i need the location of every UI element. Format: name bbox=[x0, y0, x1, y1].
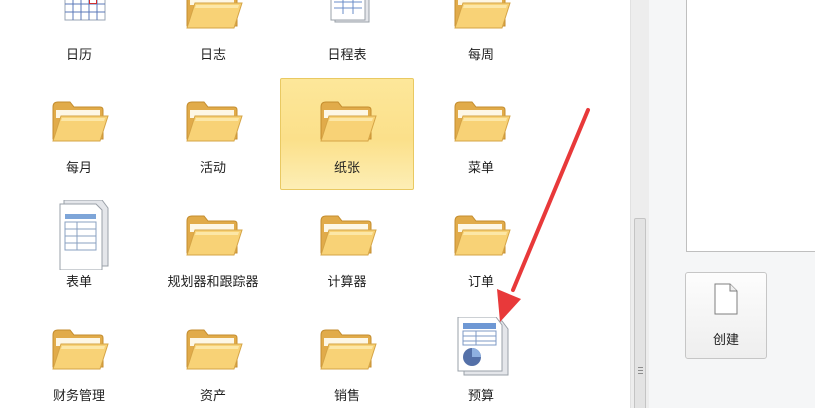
template-tile[interactable]: 日志 bbox=[146, 0, 280, 77]
template-tile[interactable]: 资产 bbox=[146, 306, 280, 408]
folder-icon bbox=[184, 99, 244, 147]
template-tile-label: 规划器和跟踪器 bbox=[167, 275, 259, 290]
scrollbar-grip-icon bbox=[638, 367, 643, 376]
folder-icon bbox=[50, 99, 110, 147]
template-tile[interactable]: 销售 bbox=[280, 306, 414, 408]
template-tile[interactable]: 计算器 bbox=[280, 192, 414, 304]
folder-icon bbox=[50, 327, 110, 375]
create-button-label: 创建 bbox=[712, 333, 739, 348]
create-button[interactable]: 创建 bbox=[685, 272, 767, 359]
template-tile[interactable]: 表单 bbox=[12, 192, 146, 304]
folder-icon bbox=[184, 327, 244, 375]
template-tile-label: 计算器 bbox=[327, 275, 367, 290]
template-tile-label: 菜单 bbox=[467, 161, 494, 176]
scrollbar-thumb[interactable] bbox=[634, 218, 646, 408]
template-tile[interactable]: 每月 bbox=[12, 78, 146, 190]
gallery-scrollbar[interactable] bbox=[630, 0, 649, 408]
template-tile-label: 预算 bbox=[467, 389, 494, 404]
template-tile-label: 日历 bbox=[65, 48, 92, 63]
template-tile[interactable]: 财务管理 bbox=[12, 306, 146, 408]
folder-icon bbox=[318, 213, 378, 261]
folder-icon bbox=[452, 213, 512, 261]
template-preview bbox=[686, 0, 815, 252]
template-tile-label: 纸张 bbox=[333, 161, 360, 176]
template-tile[interactable]: 规划器和跟踪器 bbox=[146, 192, 280, 304]
template-tile[interactable]: 菜单 bbox=[414, 78, 548, 190]
table-doc-icon bbox=[318, 0, 378, 34]
new-document-icon bbox=[713, 283, 739, 319]
template-tile[interactable]: 日历 bbox=[12, 0, 146, 77]
details-pane: 创建 bbox=[649, 0, 815, 408]
folder-icon bbox=[452, 0, 512, 34]
template-tile[interactable]: 日程表 bbox=[280, 0, 414, 77]
calendar-icon bbox=[50, 0, 110, 34]
folder-icon bbox=[184, 0, 244, 34]
template-tile-label: 订单 bbox=[467, 275, 494, 290]
folder-icon bbox=[318, 99, 378, 147]
form-doc-icon bbox=[50, 199, 110, 271]
template-tile[interactable]: 订单 bbox=[414, 192, 548, 304]
template-tile[interactable]: 纸张 bbox=[280, 78, 414, 190]
folder-icon bbox=[452, 99, 512, 147]
template-tile-label: 每周 bbox=[467, 48, 494, 63]
template-tile-label: 活动 bbox=[199, 161, 226, 176]
template-tile[interactable]: 每周 bbox=[414, 0, 548, 77]
template-tile-label: 财务管理 bbox=[52, 389, 105, 404]
template-tile-label: 日程表 bbox=[327, 48, 367, 63]
template-tile[interactable]: 预算 bbox=[414, 306, 548, 408]
template-tile-label: 表单 bbox=[65, 275, 92, 290]
template-tile-label: 资产 bbox=[199, 389, 226, 404]
budget-doc-icon bbox=[452, 316, 512, 376]
template-tile-label: 日志 bbox=[199, 48, 226, 63]
template-tile-label: 每月 bbox=[65, 161, 92, 176]
folder-icon bbox=[184, 213, 244, 261]
template-tile[interactable]: 活动 bbox=[146, 78, 280, 190]
folder-icon bbox=[318, 327, 378, 375]
template-tile-label: 销售 bbox=[333, 389, 360, 404]
template-gallery: 日历 日志 日程表 每周每月 活动 纸张 菜单表单 规划器和跟踪器 计算器 订单财务管理 资产 销售 预… bbox=[0, 0, 630, 408]
